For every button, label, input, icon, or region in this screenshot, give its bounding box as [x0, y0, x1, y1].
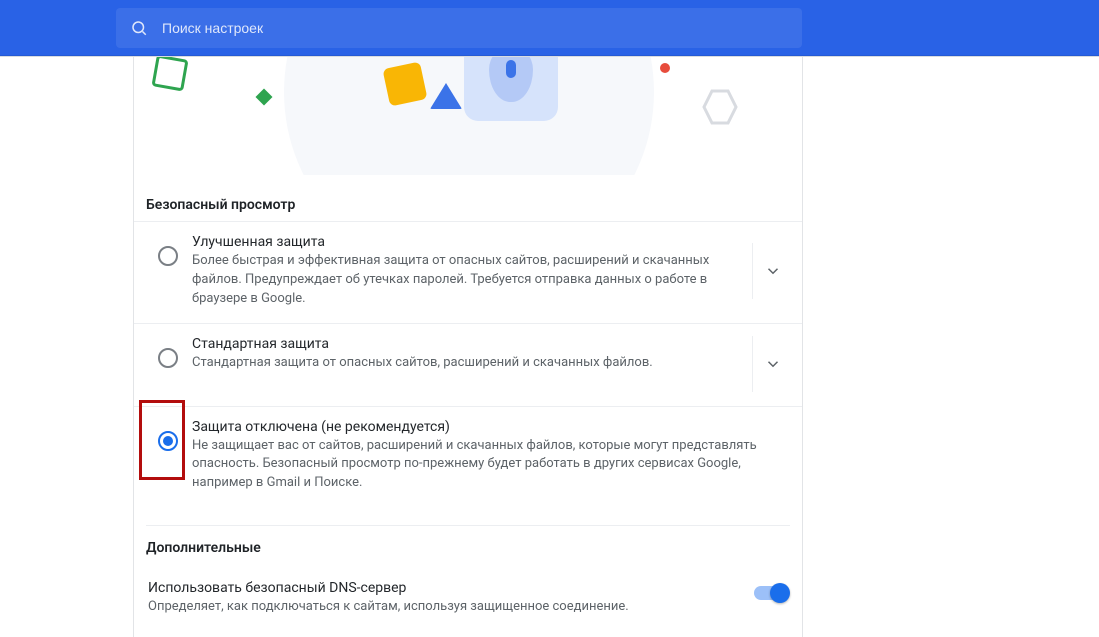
option-desc: Стандартная защита от опасных сайтов, ра…	[192, 354, 732, 373]
dns-row: Использовать безопасный DNS-сервер Опред…	[146, 580, 790, 635]
blue-triangle-icon	[430, 83, 462, 109]
radio-standard[interactable]	[158, 348, 178, 368]
option-desc: Не защищает вас от сайтов, расширений и …	[192, 437, 786, 494]
red-dot-icon	[660, 63, 670, 73]
top-bar	[0, 0, 1099, 56]
yellow-square-icon	[382, 61, 427, 106]
chevron-down-icon	[764, 262, 782, 280]
search-input[interactable]	[162, 20, 788, 36]
shield-tile-icon	[464, 57, 558, 121]
option-no-protection[interactable]: Защита отключена (не рекомендуется) Не з…	[134, 406, 802, 508]
option-title: Стандартная защита	[192, 336, 732, 352]
radio-enhanced[interactable]	[158, 246, 178, 266]
radio-no-protection[interactable]	[158, 431, 178, 451]
expand-standard[interactable]	[752, 336, 792, 392]
option-enhanced[interactable]: Улучшенная защита Более быстрая и эффект…	[134, 221, 802, 323]
option-title: Улучшенная защита	[192, 234, 732, 250]
dns-desc: Определяет, как подключаться к сайтам, и…	[148, 598, 754, 617]
option-standard[interactable]: Стандартная защита Стандартная защита от…	[134, 323, 802, 406]
green-diamond-icon	[256, 89, 273, 106]
illustration	[134, 57, 802, 175]
search-icon	[130, 19, 148, 37]
settings-card: Безопасный просмотр Улучшенная защита Бо…	[133, 57, 803, 637]
chevron-down-icon	[764, 355, 782, 373]
dns-toggle[interactable]	[754, 586, 788, 600]
option-desc: Более быстрая и эффективная защита от оп…	[192, 252, 732, 309]
search-box[interactable]	[116, 8, 802, 48]
hexagon-icon	[700, 87, 740, 127]
expand-enhanced[interactable]	[752, 243, 792, 299]
dns-title: Использовать безопасный DNS-сервер	[148, 580, 754, 596]
additional-title: Дополнительные	[146, 540, 790, 556]
safe-browsing-title: Безопасный просмотр	[134, 175, 802, 221]
green-square-icon	[151, 57, 188, 92]
option-title: Защита отключена (не рекомендуется)	[192, 419, 786, 435]
